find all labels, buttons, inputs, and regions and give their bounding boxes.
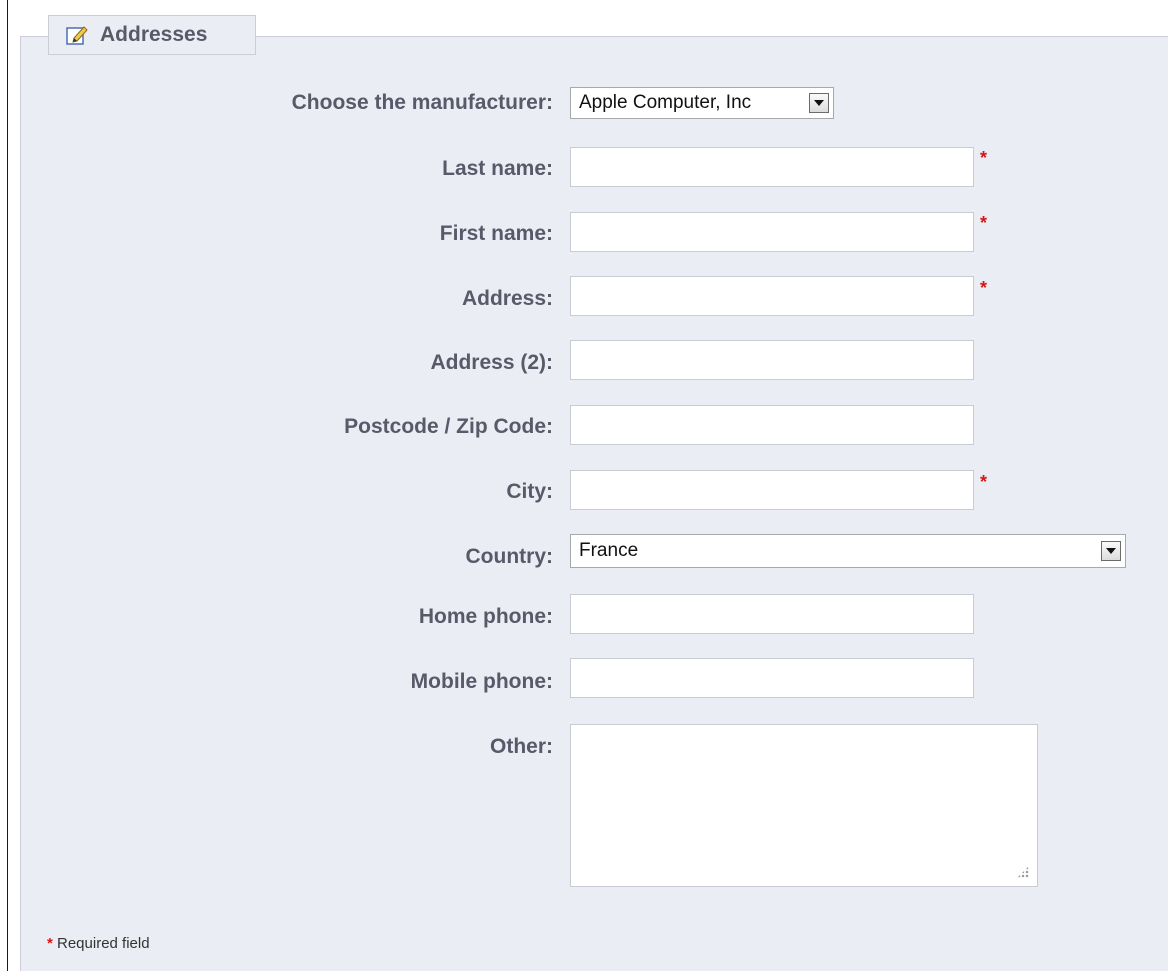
- required-marker: *: [980, 278, 988, 298]
- required-marker: *: [980, 472, 988, 492]
- address-label: Address:: [461, 287, 553, 310]
- required-marker: *: [980, 213, 988, 233]
- country-label: Country:: [465, 545, 554, 568]
- resize-grip-icon[interactable]: [1017, 866, 1029, 878]
- postcode-input[interactable]: [570, 405, 974, 445]
- address2-label: Address (2):: [430, 351, 553, 374]
- last-name-input[interactable]: [570, 147, 974, 187]
- last-name-label: Last name:: [442, 157, 553, 180]
- first-name-input[interactable]: [570, 212, 974, 252]
- fieldset-legend: Addresses: [48, 15, 256, 55]
- required-marker: *: [980, 148, 988, 168]
- country-select[interactable]: France: [570, 534, 1126, 568]
- required-field-note: * Required field: [47, 935, 150, 952]
- first-name-label: First name:: [439, 222, 553, 245]
- required-field-text: Required field: [52, 935, 150, 952]
- other-textarea[interactable]: [570, 724, 1038, 887]
- other-label: Other:: [490, 735, 553, 758]
- city-input[interactable]: [570, 470, 974, 510]
- legend-title: Addresses: [100, 23, 208, 46]
- manufacturer-select-value: Apple Computer, Inc: [579, 92, 752, 113]
- dropdown-arrow-icon[interactable]: [809, 93, 829, 113]
- page-border-line: [7, 0, 8, 971]
- postcode-label: Postcode / Zip Code:: [344, 415, 553, 438]
- address-input[interactable]: [570, 276, 974, 316]
- home-phone-input[interactable]: [570, 594, 974, 634]
- edit-icon: [66, 26, 88, 45]
- manufacturer-label: Choose the manufacturer:: [291, 91, 553, 114]
- manufacturer-select[interactable]: Apple Computer, Inc: [570, 87, 834, 119]
- mobile-phone-label: Mobile phone:: [410, 670, 553, 693]
- country-select-value: France: [579, 540, 639, 561]
- address2-input[interactable]: [570, 340, 974, 380]
- dropdown-arrow-icon[interactable]: [1101, 541, 1121, 561]
- mobile-phone-input[interactable]: [570, 658, 974, 698]
- home-phone-label: Home phone:: [418, 605, 553, 628]
- city-label: City:: [506, 480, 553, 503]
